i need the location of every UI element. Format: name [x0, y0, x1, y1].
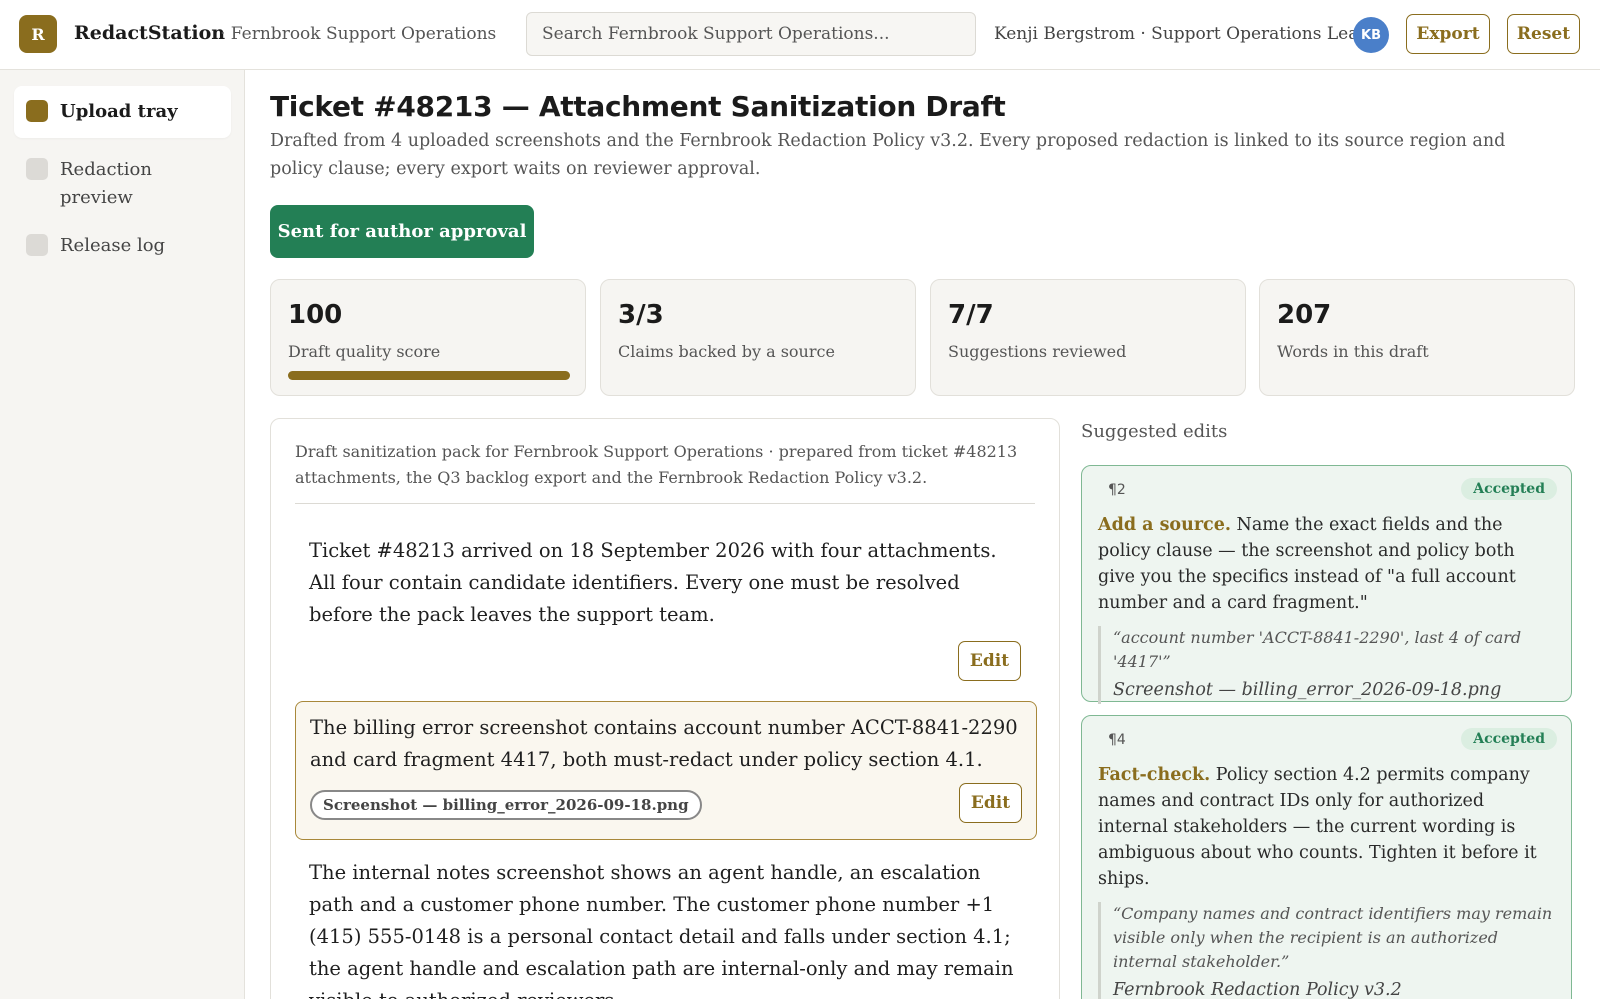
- stat-label: Claims backed by a source: [618, 342, 835, 361]
- sidebar-item-release-log[interactable]: Release log: [14, 220, 231, 272]
- quote-source: Fernbrook Redaction Policy v3.2: [1113, 980, 1402, 999]
- brand-name: RedactStation: [74, 22, 226, 44]
- draft-panel: Draft sanitization pack for Fernbrook Su…: [270, 418, 1060, 999]
- draft-paragraph-1[interactable]: Ticket #48213 arrived on 18 September 20…: [295, 535, 1037, 631]
- workspace-name: · Fernbrook Support Operations: [220, 24, 497, 44]
- sidebar-item-upload-tray[interactable]: Upload tray: [14, 86, 231, 138]
- sidebar-item-label: Upload tray: [60, 101, 178, 122]
- draft-intro: Draft sanitization pack for Fernbrook Su…: [295, 439, 1035, 504]
- suggestion-kind: Add a source.: [1098, 515, 1231, 535]
- upload-tray-icon: [26, 100, 48, 122]
- top-bar: R RedactStation · Fernbrook Support Oper…: [0, 0, 1600, 70]
- paragraph-text: Ticket #48213 arrived on 18 September 20…: [309, 539, 997, 626]
- stat-value: 3/3: [618, 300, 664, 330]
- redaction-preview-icon: [26, 158, 48, 180]
- suggested-edits-heading: Suggested edits: [1081, 421, 1228, 442]
- status-badge: Accepted: [1461, 728, 1557, 750]
- stat-label: Words in this draft: [1277, 342, 1429, 361]
- stat-value: 207: [1277, 300, 1332, 330]
- suggestion-quote: “Company names and contract identifiers …: [1098, 902, 1555, 999]
- user-info: Kenji Bergstrom · Support Operations Lea…: [994, 24, 1370, 44]
- stat-label: Suggestions reviewed: [948, 342, 1127, 361]
- suggestion-card[interactable]: ¶2 Accepted Add a source. Name the exact…: [1081, 465, 1572, 704]
- search-input[interactable]: [526, 12, 976, 56]
- sidebar-item-label: Release log: [60, 235, 166, 256]
- reset-button[interactable]: Reset: [1507, 14, 1580, 54]
- quote-text: “Company names and contract identifiers …: [1113, 904, 1553, 971]
- quality-progress-bar: [288, 371, 570, 380]
- release-log-icon: [26, 234, 48, 256]
- suggestion-body: Add a source. Name the exact fields and …: [1098, 512, 1555, 616]
- paragraph-text: The billing error screenshot contains ac…: [310, 716, 1018, 771]
- stat-label: Draft quality score: [288, 342, 441, 361]
- edit-paragraph-2-button[interactable]: Edit: [959, 783, 1022, 823]
- source-chip[interactable]: Screenshot — billing_error_2026-09-18.pn…: [310, 790, 702, 820]
- quote-text: “account number 'ACCT-8841-2290', last 4…: [1113, 628, 1522, 671]
- paragraph-ref: ¶2: [1108, 482, 1126, 498]
- status-badge: Accepted: [1461, 478, 1557, 500]
- sidebar-item-redaction-preview[interactable]: Redaction preview: [14, 144, 231, 224]
- paragraph-ref: ¶4: [1108, 732, 1126, 748]
- quote-source: Screenshot — billing_error_2026-09-18.pn…: [1113, 680, 1502, 700]
- stat-card-claims: 3/3 Claims backed by a source: [600, 279, 916, 396]
- export-button[interactable]: Export: [1406, 14, 1490, 54]
- suggestion-kind: Fact-check.: [1098, 765, 1211, 785]
- approval-status-button[interactable]: Sent for author approval: [270, 205, 534, 258]
- quality-progress-fill: [288, 371, 570, 380]
- draft-paragraph-3[interactable]: The internal notes screenshot shows an a…: [295, 857, 1037, 999]
- suggestion-quote: “account number 'ACCT-8841-2290', last 4…: [1098, 626, 1555, 704]
- stat-card-quality: 100 Draft quality score: [270, 279, 586, 396]
- draft-paragraph-2[interactable]: The billing error screenshot contains ac…: [295, 701, 1037, 840]
- app-logo[interactable]: R: [19, 15, 57, 53]
- page-title: Ticket #48213 — Attachment Sanitization …: [270, 90, 1006, 123]
- stat-value: 7/7: [948, 300, 994, 330]
- paragraph-text: The internal notes screenshot shows an a…: [309, 861, 1014, 999]
- edit-paragraph-1-button[interactable]: Edit: [958, 641, 1021, 681]
- suggestion-body: Fact-check. Policy section 4.2 permits c…: [1098, 762, 1555, 892]
- avatar[interactable]: KB: [1353, 17, 1389, 53]
- stat-card-suggestions: 7/7 Suggestions reviewed: [930, 279, 1246, 396]
- sidebar-item-label: Redaction preview: [60, 159, 152, 208]
- stat-value: 100: [288, 300, 343, 330]
- sidebar: Upload tray Redaction preview Release lo…: [0, 70, 245, 999]
- stat-card-words: 207 Words in this draft: [1259, 279, 1575, 396]
- suggestion-card[interactable]: ¶4 Accepted Fact-check. Policy section 4…: [1081, 715, 1572, 999]
- page-description: Drafted from 4 uploaded screenshots and …: [270, 131, 1506, 179]
